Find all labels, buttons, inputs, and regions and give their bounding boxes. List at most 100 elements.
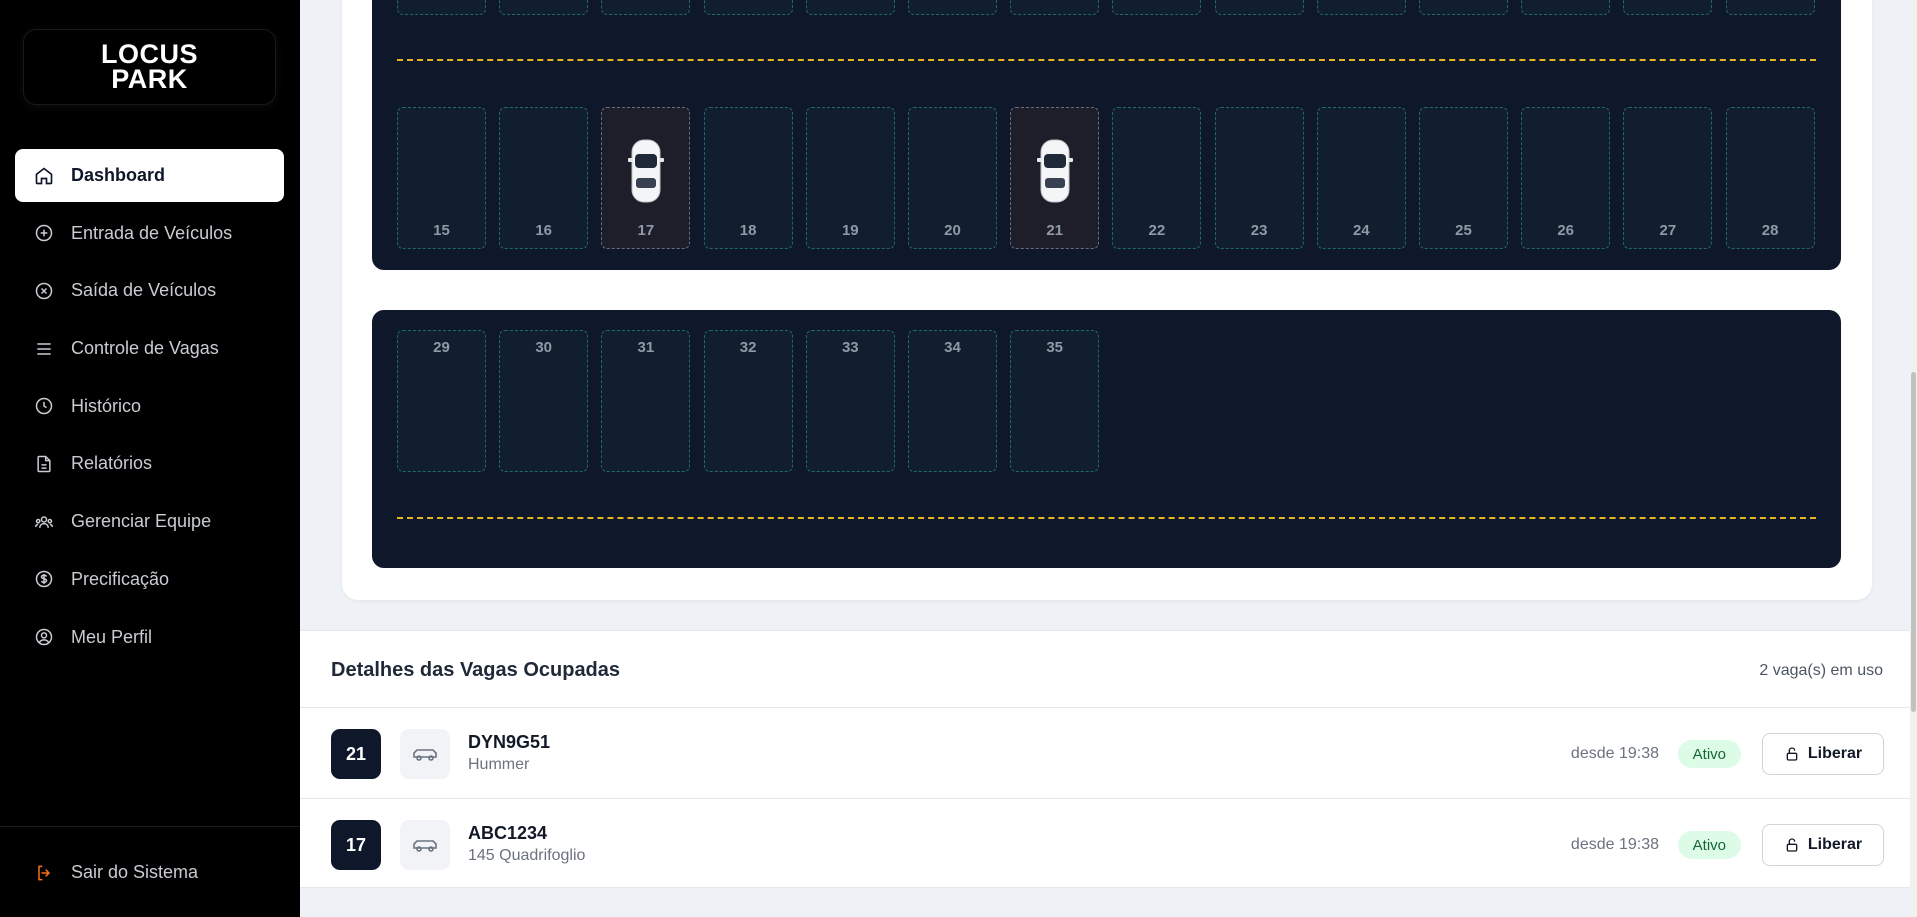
users-icon	[33, 511, 55, 533]
home-icon	[33, 165, 55, 187]
parking-spot-18[interactable]: 18	[703, 107, 793, 249]
logout-label: Sair do Sistema	[71, 862, 199, 882]
scrollbar-thumb[interactable]	[1911, 372, 1916, 712]
nav-label: Saída de Veículos	[71, 280, 217, 301]
list-item: 17 ABC1234 145 Quadrifoglio desde 19:38 …	[300, 799, 1915, 889]
nav-label: Gerenciar Equipe	[71, 511, 212, 532]
details-title: Detalhes das Vagas Ocupadas	[331, 659, 621, 681]
logo[interactable]: LOCUS PARK	[24, 30, 275, 104]
parking-spot-partial[interactable]	[1623, 0, 1713, 15]
spot-number: 23	[1250, 222, 1268, 239]
nav-label: Dashboard	[71, 165, 166, 185]
release-label: Liberar	[1807, 745, 1863, 762]
nav-item-meu-perfil[interactable]: Meu Perfil	[15, 611, 284, 664]
dollar-circle-icon	[33, 568, 55, 590]
since-time: desde 19:38	[1570, 836, 1659, 853]
spot-number: 34	[944, 339, 961, 356]
parking-spot-21[interactable]: 21	[1010, 107, 1100, 249]
parking-lot-lower: 29 30 31 32 33 34 35	[372, 310, 1841, 568]
nav-item-gerenciar-equipe[interactable]: Gerenciar Equipe	[15, 495, 284, 548]
parking-spot-partial[interactable]	[908, 0, 997, 15]
menu-icon	[33, 338, 55, 360]
parking-spot-23[interactable]: 23	[1214, 107, 1304, 249]
lock-icon	[1786, 838, 1798, 852]
spot-number: 19	[841, 222, 859, 239]
parking-spot-35[interactable]: 35	[1010, 330, 1100, 472]
spot-number: 18	[739, 222, 757, 239]
parking-spot-30[interactable]: 30	[499, 330, 589, 472]
nav-label: Controle de Vagas	[71, 338, 219, 359]
nav-item-precificacao[interactable]: Precificação	[15, 553, 284, 606]
parking-spot-partial[interactable]	[601, 0, 691, 15]
nav-item-historico[interactable]: Histórico	[15, 380, 284, 433]
spot-number: 31	[637, 339, 655, 356]
list-item: 21 DYN9G51 Hummer desde 19:38 Ativo Libe…	[300, 708, 1915, 798]
spot-number: 29	[433, 339, 450, 356]
parking-spot-28[interactable]: 28	[1725, 107, 1815, 249]
parking-spot-partial[interactable]	[1521, 0, 1611, 15]
nav-label: Precificação	[71, 568, 170, 589]
spot-number: 27	[1659, 222, 1677, 239]
parking-spot-partial[interactable]	[1214, 0, 1304, 15]
user-circle-icon	[33, 626, 55, 648]
sidebar-divider	[0, 826, 300, 827]
nav-label: Histórico	[71, 395, 142, 416]
parking-spot-22[interactable]: 22	[1112, 107, 1202, 249]
parking-spot-partial[interactable]	[1419, 0, 1508, 15]
release-button[interactable]: Liberar	[1762, 824, 1884, 866]
parking-spot-partial[interactable]	[805, 0, 895, 15]
nav-item-relatorios[interactable]: Relatórios	[15, 437, 284, 490]
release-button[interactable]: Liberar	[1762, 733, 1884, 775]
nav-label: Entrada de Veículos	[71, 222, 233, 243]
nav-item-controle-vagas[interactable]: Controle de Vagas	[15, 322, 284, 375]
logout-button[interactable]: Sair do Sistema	[15, 846, 284, 899]
logout-icon	[33, 862, 55, 884]
parking-spot-33[interactable]: 33	[805, 330, 895, 472]
parking-spot-31[interactable]: 31	[601, 330, 691, 472]
nav-item-saida[interactable]: Saída de Veículos	[15, 264, 284, 317]
spot-number: 16	[535, 222, 553, 239]
sidebar: LOCUS PARK Dashboard Entrada de Veículos…	[0, 0, 300, 917]
occupied-spots-details: Detalhes das Vagas Ocupadas 2 vaga(s) em…	[300, 630, 1915, 888]
nav-item-entrada[interactable]: Entrada de Veículos	[15, 207, 284, 260]
nav-label: Relatórios	[71, 453, 153, 474]
parking-spot-partial[interactable]	[1010, 0, 1100, 15]
spot-number-badge: 21	[331, 729, 381, 779]
status-badge: Ativo	[1677, 740, 1741, 768]
vehicle-model: Hummer	[468, 756, 530, 773]
parking-spot-partial[interactable]	[703, 0, 793, 15]
parking-spot-20[interactable]: 20	[908, 107, 997, 249]
release-label: Liberar	[1807, 836, 1863, 853]
parking-spot-17[interactable]: 17	[601, 107, 691, 249]
parking-spot-29[interactable]: 29	[397, 330, 486, 472]
car-icon	[626, 138, 666, 209]
spot-number-badge: 17	[331, 820, 381, 870]
parking-spot-24[interactable]: 24	[1316, 107, 1406, 249]
spot-number: 24	[1352, 222, 1370, 239]
parking-spot-partial[interactable]	[1112, 0, 1202, 15]
parking-spot-partial[interactable]	[1725, 0, 1815, 15]
parking-spot-partial[interactable]	[397, 0, 486, 15]
x-circle-icon	[33, 280, 55, 302]
parking-spot-15[interactable]: 15	[397, 107, 486, 249]
details-count: 2 vaga(s) em uso	[1759, 662, 1883, 679]
lane-divider	[397, 59, 1816, 61]
nav-label: Meu Perfil	[71, 626, 153, 647]
parking-spot-25[interactable]: 25	[1419, 107, 1508, 249]
parking-spot-34[interactable]: 34	[908, 330, 997, 472]
parking-spot-27[interactable]: 27	[1623, 107, 1713, 249]
parking-spot-partial[interactable]	[499, 0, 589, 15]
file-text-icon	[33, 453, 55, 475]
car-icon	[400, 729, 450, 779]
parking-spot-19[interactable]: 19	[805, 107, 895, 249]
parking-spot-partial[interactable]	[1316, 0, 1406, 15]
nav-item-dashboard[interactable]: Dashboard	[15, 149, 284, 202]
parking-spot-26[interactable]: 26	[1521, 107, 1611, 249]
vehicle-plate: ABC1234	[468, 823, 548, 843]
parking-spot-32[interactable]: 32	[703, 330, 793, 472]
parking-spot-16[interactable]: 16	[499, 107, 589, 249]
spot-number: 26	[1557, 222, 1575, 239]
since-time: desde 19:38	[1570, 745, 1659, 762]
parking-lot-upper: 15 16 17 18 19 20 21 22 23 24 25 26 27 28	[372, 0, 1841, 270]
spot-number: 35	[1046, 339, 1064, 356]
